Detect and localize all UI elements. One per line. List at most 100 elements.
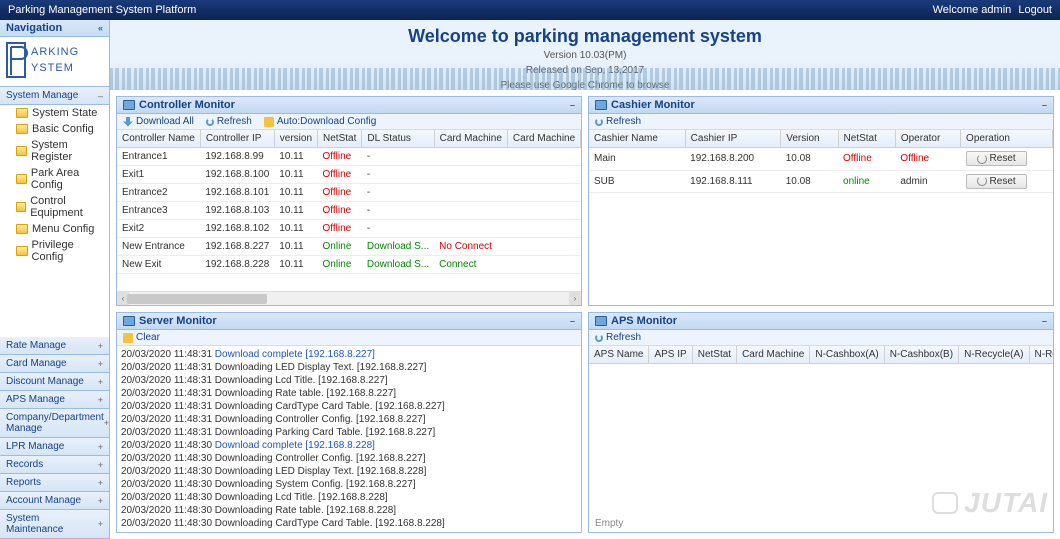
log-line: 20/03/2020 11:48:31 Downloading Controll… [121,413,577,426]
folder-icon [16,202,26,212]
table-row[interactable]: New Exit192.168.8.22810.11OnlineDownload… [117,256,581,274]
table-row[interactable]: Main192.168.8.20010.08OfflineOfflineRese… [589,148,1053,171]
panel-collapse-icon[interactable]: – [570,316,575,326]
column-header[interactable]: N-Cashbox(A) [810,346,884,364]
column-header[interactable]: N-Recycle(A) [959,346,1029,364]
reset-button[interactable]: Reset [966,151,1027,166]
accordion-lpr-manage[interactable]: LPR Manage+ [0,438,109,456]
svg-text:YSTEM: YSTEM [31,62,74,74]
log-line: 20/03/2020 11:48:31 Downloading LED Disp… [121,361,577,374]
log-line: 20/03/2020 11:48:30 Downloading CardType… [121,517,577,530]
column-header[interactable]: Cashier IP [685,130,781,148]
panel-collapse-icon[interactable]: – [1042,316,1047,326]
server-log[interactable]: 20/03/2020 11:48:31 Download complete [1… [117,346,581,532]
log-line: 20/03/2020 11:48:31 Downloading Rate tab… [121,387,577,400]
column-header[interactable]: APS Name [589,346,649,364]
column-header[interactable]: N-Cashbox(B) [884,346,958,364]
cashier-monitor-panel: Cashier Monitor – Refresh Cashier NameCa… [588,96,1054,306]
tree-node-control-equipment[interactable]: Control Equipment [0,193,109,221]
column-header[interactable]: version [274,130,317,148]
accordion-reports[interactable]: Reports+ [0,474,109,492]
column-header[interactable]: DL Status [362,130,434,148]
log-line: 20/03/2020 11:48:30 Downloading Controll… [121,452,577,465]
welcome-banner: Welcome to parking management system Ver… [110,20,1060,90]
table-row[interactable]: Exit1192.168.8.10010.11Offline- [117,166,581,184]
sidebar: Navigation « ARKING YSTEM System Manage–… [0,20,110,539]
logout-link[interactable]: Logout [1018,4,1052,16]
log-link[interactable]: Download complete [192.168.8.227] [215,349,375,360]
accordion-system-maintenance[interactable]: System Maintenance+ [0,510,109,539]
controller-grid[interactable]: Controller NameController IPversionNetSt… [117,130,581,291]
accordion-records[interactable]: Records+ [0,456,109,474]
nav-title: Navigation « [0,20,109,37]
accordion-discount-manage[interactable]: Discount Manage+ [0,373,109,391]
skyline-graphic [110,68,1060,90]
column-header[interactable]: Card Machine [737,346,810,364]
column-header[interactable]: NetStat [838,130,895,148]
reset-button[interactable]: Reset [966,174,1027,189]
auto-download-button[interactable]: Auto:Download Config [264,116,377,127]
column-header[interactable]: Card Machine [507,130,580,148]
aps-empty-text: Empty [589,515,1053,532]
log-line: 20/03/2020 11:48:31 Download complete [1… [121,348,577,361]
folder-icon [16,108,28,118]
refresh-button[interactable]: Refresh [595,116,641,127]
cashier-grid[interactable]: Cashier NameCashier IPVersionNetStatOper… [589,130,1053,305]
refresh-button[interactable]: Refresh [595,332,641,343]
controller-monitor-panel: Controller Monitor – Download All Refres… [116,96,582,306]
download-all-button[interactable]: Download All [123,116,194,127]
refresh-button[interactable]: Refresh [206,116,252,127]
log-line: 20/03/2020 11:48:30 Downloading Lcd Titl… [121,491,577,504]
table-row[interactable]: SUB192.168.8.11110.08onlineadminReset [589,170,1053,193]
table-row[interactable]: Entrance1192.168.8.9910.11Offline- [117,148,581,166]
column-header[interactable]: Controller Name [117,130,200,148]
log-link[interactable]: Download complete [192.168.8.228] [215,440,375,451]
tree-node-park-area-config[interactable]: Park Area Config [0,165,109,193]
column-header[interactable]: APS IP [649,346,692,364]
server-monitor-panel: Server Monitor – Clear 20/03/2020 11:48:… [116,312,582,533]
accordion-company-department-manage[interactable]: Company/Department Manage+ [0,409,109,438]
table-row[interactable]: Exit2192.168.8.10210.11Offline- [117,220,581,238]
column-header[interactable]: Operation [961,130,1053,148]
column-header[interactable]: Cashier Name [589,130,685,148]
table-row[interactable]: New Entrance192.168.8.22710.11OnlineDown… [117,238,581,256]
tree-node-privilege-config[interactable]: Privilege Config [0,237,109,265]
accordion-card-manage[interactable]: Card Manage+ [0,355,109,373]
tree-node-menu-config[interactable]: Menu Config [0,221,109,237]
header-right: Welcome admin Logout [933,0,1052,20]
aps-monitor-panel: APS Monitor – Refresh APS NameAPS IPNetS… [588,312,1054,533]
tree-node-system-state[interactable]: System State [0,105,109,121]
column-header[interactable]: Version [781,130,838,148]
panel-collapse-icon[interactable]: – [1042,100,1047,110]
collapse-icon[interactable]: « [98,23,103,33]
folder-icon [16,224,28,234]
column-header[interactable]: Operator [895,130,960,148]
column-header[interactable]: N-Recycle(B) [1029,346,1053,364]
folder-icon [16,246,28,256]
horizontal-scrollbar[interactable]: ‹› [117,291,581,305]
clear-button[interactable]: Clear [123,332,160,343]
logo: ARKING YSTEM [0,37,109,87]
banner-title: Welcome to parking management system [110,26,1060,47]
accordion-aps-manage[interactable]: APS Manage+ [0,391,109,409]
accordion-system-manage[interactable]: System Manage– [0,87,109,105]
config-icon [264,117,274,127]
aps-grid[interactable]: APS NameAPS IPNetStatCard MachineN-Cashb… [589,346,1053,515]
controller-toolbar: Download All Refresh Auto:Download Confi… [117,114,581,130]
monitor-icon [123,316,135,326]
tree-node-basic-config[interactable]: Basic Config [0,121,109,137]
monitor-icon [123,100,135,110]
log-line: 20/03/2020 11:48:30 Downloading System C… [121,478,577,491]
column-header[interactable]: Card Machine [434,130,507,148]
table-row[interactable]: Entrance2192.168.8.10110.11Offline- [117,184,581,202]
tree-node-system-register[interactable]: System Register [0,137,109,165]
column-header[interactable]: NetStat [318,130,362,148]
column-header[interactable]: NetStat [692,346,736,364]
accordion-rate-manage[interactable]: Rate Manage+ [0,337,109,355]
log-line: 20/03/2020 11:48:30 Downloading LED Disp… [121,465,577,478]
accordion-account-manage[interactable]: Account Manage+ [0,492,109,510]
panel-collapse-icon[interactable]: – [570,100,575,110]
log-line: 20/03/2020 11:48:31 Downloading CardType… [121,400,577,413]
column-header[interactable]: Controller IP [200,130,274,148]
table-row[interactable]: Entrance3192.168.8.10310.11Offline- [117,202,581,220]
